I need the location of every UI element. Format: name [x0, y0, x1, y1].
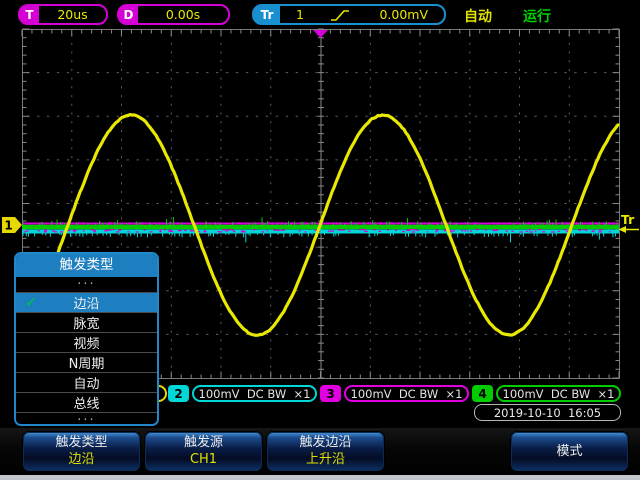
trigger-type-menu: 触发类型 ··· ✓ 边沿 脉宽 视频 N周期 自动 总线 ···: [14, 252, 159, 426]
trigger-level-marker[interactable]: Tr: [619, 212, 640, 233]
menu-body: ··· ✓ 边沿 脉宽 视频 N周期 自动 总线 ···: [16, 277, 157, 425]
menu-scroll-down[interactable]: ···: [16, 413, 157, 426]
menu-item-bus[interactable]: 总线: [16, 393, 157, 413]
menu-item-ncycle[interactable]: N周期: [16, 353, 157, 373]
menu-item-label: 自动: [73, 373, 99, 392]
softkey-value: 边沿: [68, 453, 94, 467]
ch1-position-marker[interactable]: 1: [2, 217, 22, 233]
menu-item-label: 视频: [73, 333, 99, 352]
softkey-mode[interactable]: 模式: [510, 431, 629, 472]
menu-item-pulse[interactable]: 脉宽: [16, 313, 157, 333]
menu-title: 触发类型: [16, 254, 157, 277]
ch4-readout-pill[interactable]: 4 100mV DC BW ×1: [472, 385, 621, 402]
softkey-bar: 触发类型 边沿 触发源 CH1 触发边沿 上升沿 模式: [0, 428, 640, 480]
softkey-trigger-edge[interactable]: 触发边沿 上升沿: [266, 431, 385, 472]
trigger-position-marker[interactable]: [313, 30, 328, 38]
menu-item-edge[interactable]: ✓ 边沿: [16, 293, 157, 313]
ch2-readout-pill[interactable]: 2 100mV DC BW ×1: [168, 385, 317, 402]
softkey-trigger-type[interactable]: 触发类型 边沿: [22, 431, 141, 472]
ch3-settings: 100mV DC BW ×1: [344, 385, 469, 402]
softkey-value: 上升沿: [306, 453, 345, 467]
check-icon: ✓: [25, 295, 37, 311]
menu-item-video[interactable]: 视频: [16, 333, 157, 353]
menu-scroll-up[interactable]: ···: [16, 277, 157, 293]
ch3-readout-pill[interactable]: 3 100mV DC BW ×1: [320, 385, 469, 402]
datetime-display: 2019-10-10 16:05: [474, 404, 621, 421]
ch2-number-badge: 2: [168, 385, 189, 402]
menu-item-label: N周期: [69, 353, 105, 372]
softkey-title: 触发类型: [55, 436, 107, 450]
softkey-title: 触发边沿: [299, 436, 351, 450]
menu-item-auto[interactable]: 自动: [16, 373, 157, 393]
menu-item-label: 边沿: [73, 293, 99, 312]
ch2-settings: 100mV DC BW ×1: [192, 385, 317, 402]
ch4-number-badge: 4: [472, 385, 493, 402]
softkey-value: CH1: [190, 453, 217, 467]
bottom-divider: [0, 475, 640, 480]
softkey-title: 模式: [556, 445, 582, 459]
menu-item-label: 总线: [73, 393, 99, 412]
trigger-level-label: Tr: [621, 212, 635, 227]
softkey-trigger-source[interactable]: 触发源 CH1: [144, 431, 263, 472]
menu-item-label: 脉宽: [73, 313, 99, 332]
oscilloscope-screen: 1 Tr T 20us D 0.00s Tr 1 0.00mV 自动 运行 触发…: [0, 0, 640, 480]
ch3-number-badge: 3: [320, 385, 341, 402]
softkey-title: 触发源: [184, 436, 223, 450]
ch4-settings: 100mV DC BW ×1: [496, 385, 621, 402]
ch1-marker-label: 1: [4, 219, 12, 233]
